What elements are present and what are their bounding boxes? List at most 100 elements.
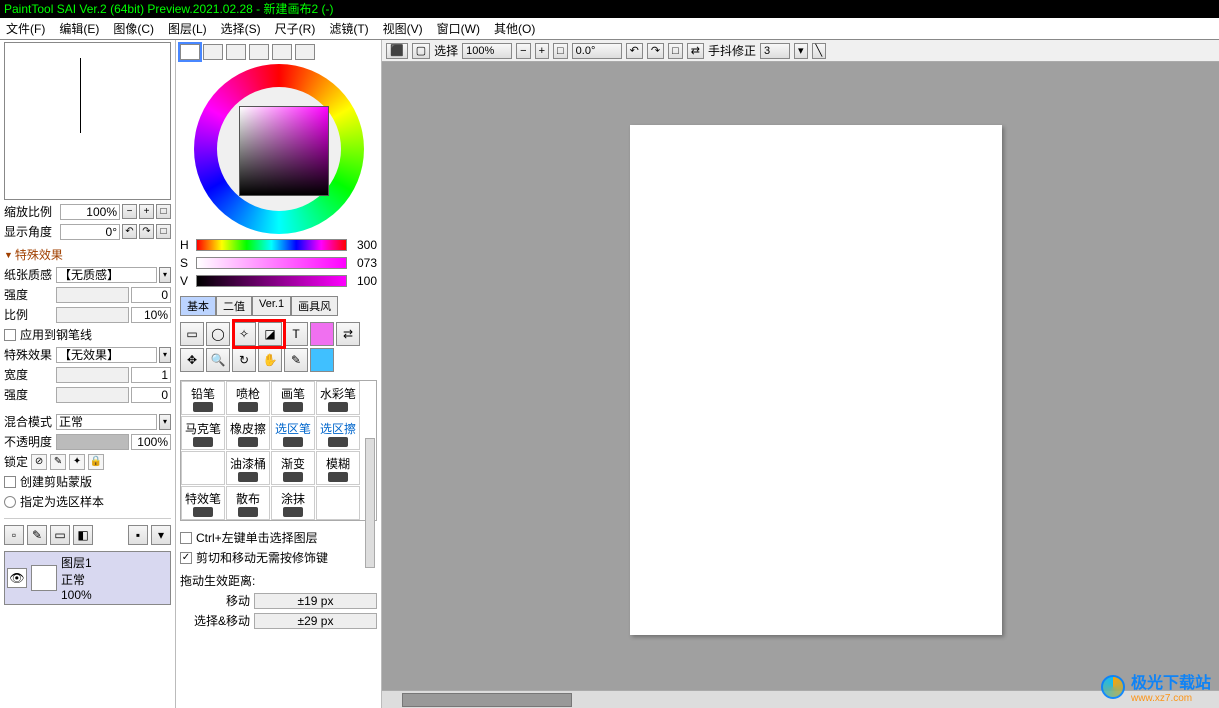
rotate-tool[interactable]: ↻: [232, 348, 256, 372]
saturation-slider[interactable]: [196, 257, 347, 269]
menu-window[interactable]: 窗口(W): [437, 20, 480, 37]
brush-brush[interactable]: 画笔: [271, 381, 315, 415]
canvas-rotate-cw[interactable]: ↷: [647, 43, 664, 59]
ratio-slider[interactable]: [56, 307, 129, 323]
palette-tab-swatches[interactable]: [249, 44, 269, 60]
lock-all-icon[interactable]: 🔒: [88, 454, 104, 470]
brush-blur[interactable]: 模糊: [316, 451, 360, 485]
brush-watercolor[interactable]: 水彩笔: [316, 381, 360, 415]
angle-value[interactable]: 0°: [60, 224, 120, 240]
brush-airbrush[interactable]: 喷枪: [226, 381, 270, 415]
canvas-flip[interactable]: ⇄: [687, 43, 704, 59]
palette-tab-wheel[interactable]: [180, 44, 200, 60]
new-layer-button[interactable]: ▫: [4, 525, 24, 545]
lasso-tool[interactable]: ◯: [206, 322, 230, 346]
menu-select[interactable]: 选择(S): [221, 20, 261, 37]
palette-tab-scratch[interactable]: [272, 44, 292, 60]
clipping-mask-checkbox[interactable]: [4, 476, 16, 488]
hue-slider[interactable]: [196, 239, 347, 251]
brush-selerase[interactable]: 选区擦: [316, 416, 360, 450]
text-tool[interactable]: T: [284, 322, 308, 346]
merge-layer-button[interactable]: ▾: [151, 525, 171, 545]
width-slider[interactable]: [56, 367, 129, 383]
blend-mode-dropdown[interactable]: ▾: [159, 414, 171, 430]
tooltab-binary[interactable]: 二值: [216, 296, 252, 316]
menu-ruler[interactable]: 尺子(R): [275, 20, 316, 37]
opacity-slider[interactable]: [56, 434, 129, 450]
brush-effect[interactable]: 特效笔: [181, 486, 225, 520]
lock-pixels-icon[interactable]: ✎: [50, 454, 66, 470]
zoom-out-button[interactable]: −: [122, 204, 137, 219]
paper-texture-value[interactable]: 【无质感】: [56, 267, 157, 283]
color-wheel[interactable]: [184, 64, 374, 234]
move-tool[interactable]: ✥: [180, 348, 204, 372]
layer-entry[interactable]: 👁 图层1 正常 100%: [4, 551, 171, 605]
foreground-color[interactable]: [310, 322, 334, 346]
strength-slider[interactable]: [56, 287, 129, 303]
stabilize-dropdown[interactable]: ▾: [794, 43, 808, 59]
zoom-tool[interactable]: 🔍: [206, 348, 230, 372]
palette-tab-hsv[interactable]: [226, 44, 246, 60]
hand-tool[interactable]: ✋: [258, 348, 282, 372]
canvas-angle-value[interactable]: 0.0°: [572, 43, 622, 59]
tooltab-art[interactable]: 画具风: [291, 296, 338, 316]
canvas-zoom-in[interactable]: +: [535, 43, 549, 59]
canvas-viewport[interactable]: [382, 62, 1219, 690]
ctrl-click-checkbox[interactable]: [180, 532, 192, 544]
magic-wand-tool[interactable]: ✧: [232, 322, 256, 346]
lock-none-icon[interactable]: ⊘: [31, 454, 47, 470]
zoom-in-button[interactable]: +: [139, 204, 154, 219]
palette-tab-rgb[interactable]: [203, 44, 223, 60]
line-tool-icon[interactable]: ╲: [812, 43, 827, 59]
canvas-zoom-reset[interactable]: □: [553, 43, 568, 59]
opacity-value[interactable]: 100%: [131, 434, 171, 450]
brush-eraser[interactable]: 橡皮擦: [226, 416, 270, 450]
stabilize-value[interactable]: 3: [760, 43, 790, 59]
special-effect-dropdown[interactable]: ▾: [159, 347, 171, 363]
canvas-zoom-value[interactable]: 100%: [462, 43, 512, 59]
canvas-angle-reset[interactable]: □: [668, 43, 683, 59]
tooltab-basic[interactable]: 基本: [180, 296, 216, 316]
cut-move-checkbox[interactable]: ✓: [180, 552, 192, 564]
strength-value[interactable]: 0: [131, 287, 171, 303]
palette-tab-grid[interactable]: [295, 44, 315, 60]
selection-sample-radio[interactable]: [4, 496, 16, 508]
width-value[interactable]: 1: [131, 367, 171, 383]
zoom-value[interactable]: 100%: [60, 204, 120, 220]
new-folder-button[interactable]: ▭: [50, 525, 70, 545]
brush-empty2[interactable]: [316, 486, 360, 520]
brush-scrollbar[interactable]: [365, 438, 375, 568]
canvas-page[interactable]: [630, 125, 1002, 635]
brush-pencil[interactable]: 铅笔: [181, 381, 225, 415]
menu-other[interactable]: 其他(O): [494, 20, 535, 37]
shape-tool[interactable]: ◪: [258, 322, 282, 346]
brush-selpen[interactable]: 选区笔: [271, 416, 315, 450]
selmove-value[interactable]: ±29 px: [254, 613, 377, 629]
canvas-rotate-ccw[interactable]: ↶: [626, 43, 643, 59]
brush-bucket[interactable]: 油漆桶: [226, 451, 270, 485]
effects-header[interactable]: 特殊效果: [4, 246, 171, 263]
rotate-ccw-button[interactable]: ↶: [122, 224, 137, 239]
menu-layer[interactable]: 图层(L): [168, 20, 207, 37]
rect-select-tool[interactable]: ▭: [180, 322, 204, 346]
canvas-zoom-out[interactable]: −: [516, 43, 530, 59]
strength2-value[interactable]: 0: [131, 387, 171, 403]
menu-image[interactable]: 图像(C): [113, 20, 154, 37]
special-effect-value[interactable]: 【无效果】: [56, 347, 157, 363]
menu-edit[interactable]: 编辑(E): [59, 20, 99, 37]
horizontal-scrollbar[interactable]: [382, 690, 1219, 708]
delete-layer-button[interactable]: ▪: [128, 525, 148, 545]
paper-texture-dropdown[interactable]: ▾: [159, 267, 171, 283]
blend-mode-value[interactable]: 正常: [56, 414, 157, 430]
apply-pen-checkbox[interactable]: [4, 329, 16, 341]
select-mode-checkbox[interactable]: ▢: [412, 43, 430, 59]
eyedropper-tool[interactable]: ✎: [284, 348, 308, 372]
angle-reset-button[interactable]: □: [156, 224, 171, 239]
layer-thumbnail[interactable]: [31, 565, 57, 591]
layer-mask-button[interactable]: ◧: [73, 525, 93, 545]
strength2-slider[interactable]: [56, 387, 129, 403]
layer-visibility-icon[interactable]: 👁: [7, 568, 27, 588]
navigator-thumbnail[interactable]: [4, 42, 171, 200]
value-slider[interactable]: [196, 275, 347, 287]
new-linework-button[interactable]: ✎: [27, 525, 47, 545]
